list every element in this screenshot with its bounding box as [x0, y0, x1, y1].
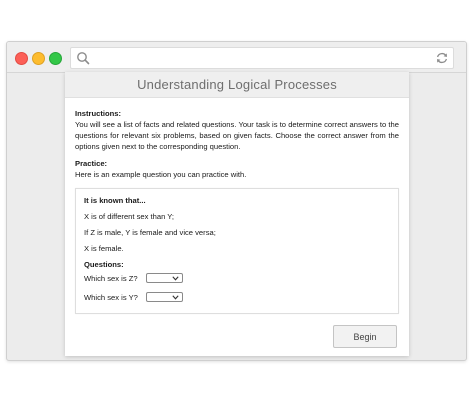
example-title: It is known that... [84, 196, 146, 205]
fact-item: X is female. [84, 244, 124, 253]
fact-item: If Z is male, Y is female and vice versa… [84, 228, 216, 237]
practice-section: Practice: Here is an example question yo… [75, 158, 399, 180]
task-panel: Understanding Logical Processes Instruct… [65, 72, 409, 356]
search-icon [77, 52, 90, 65]
practice-heading: Practice: [75, 159, 108, 168]
instructions-section: Instructions: You will see a list of fac… [75, 108, 399, 152]
instructions-text: You will see a list of facts and related… [75, 120, 399, 151]
reload-icon[interactable] [435, 51, 449, 65]
instructions-heading: Instructions: [75, 109, 121, 118]
answer-select-z[interactable] [146, 273, 183, 283]
title-bar [7, 42, 466, 73]
zoom-window-button[interactable] [49, 52, 62, 65]
browser-window: Understanding Logical Processes Instruct… [6, 41, 467, 361]
answer-select-y[interactable] [146, 292, 183, 302]
address-bar[interactable] [70, 47, 454, 69]
chevron-down-icon [172, 295, 179, 300]
question-label-z: Which sex is Z? [84, 274, 138, 283]
example-box: It is known that... X is of different se… [75, 188, 399, 314]
panel-body: Instructions: You will see a list of fac… [65, 98, 409, 356]
panel-title: Understanding Logical Processes [65, 72, 409, 98]
begin-button[interactable]: Begin [333, 325, 397, 348]
minimize-window-button[interactable] [32, 52, 45, 65]
questions-heading: Questions: [84, 260, 124, 269]
question-label-y: Which sex is Y? [84, 293, 138, 302]
practice-text: Here is an example question you can prac… [75, 170, 247, 179]
close-window-button[interactable] [15, 52, 28, 65]
chevron-down-icon [172, 276, 179, 281]
fact-item: X is of different sex than Y; [84, 212, 174, 221]
